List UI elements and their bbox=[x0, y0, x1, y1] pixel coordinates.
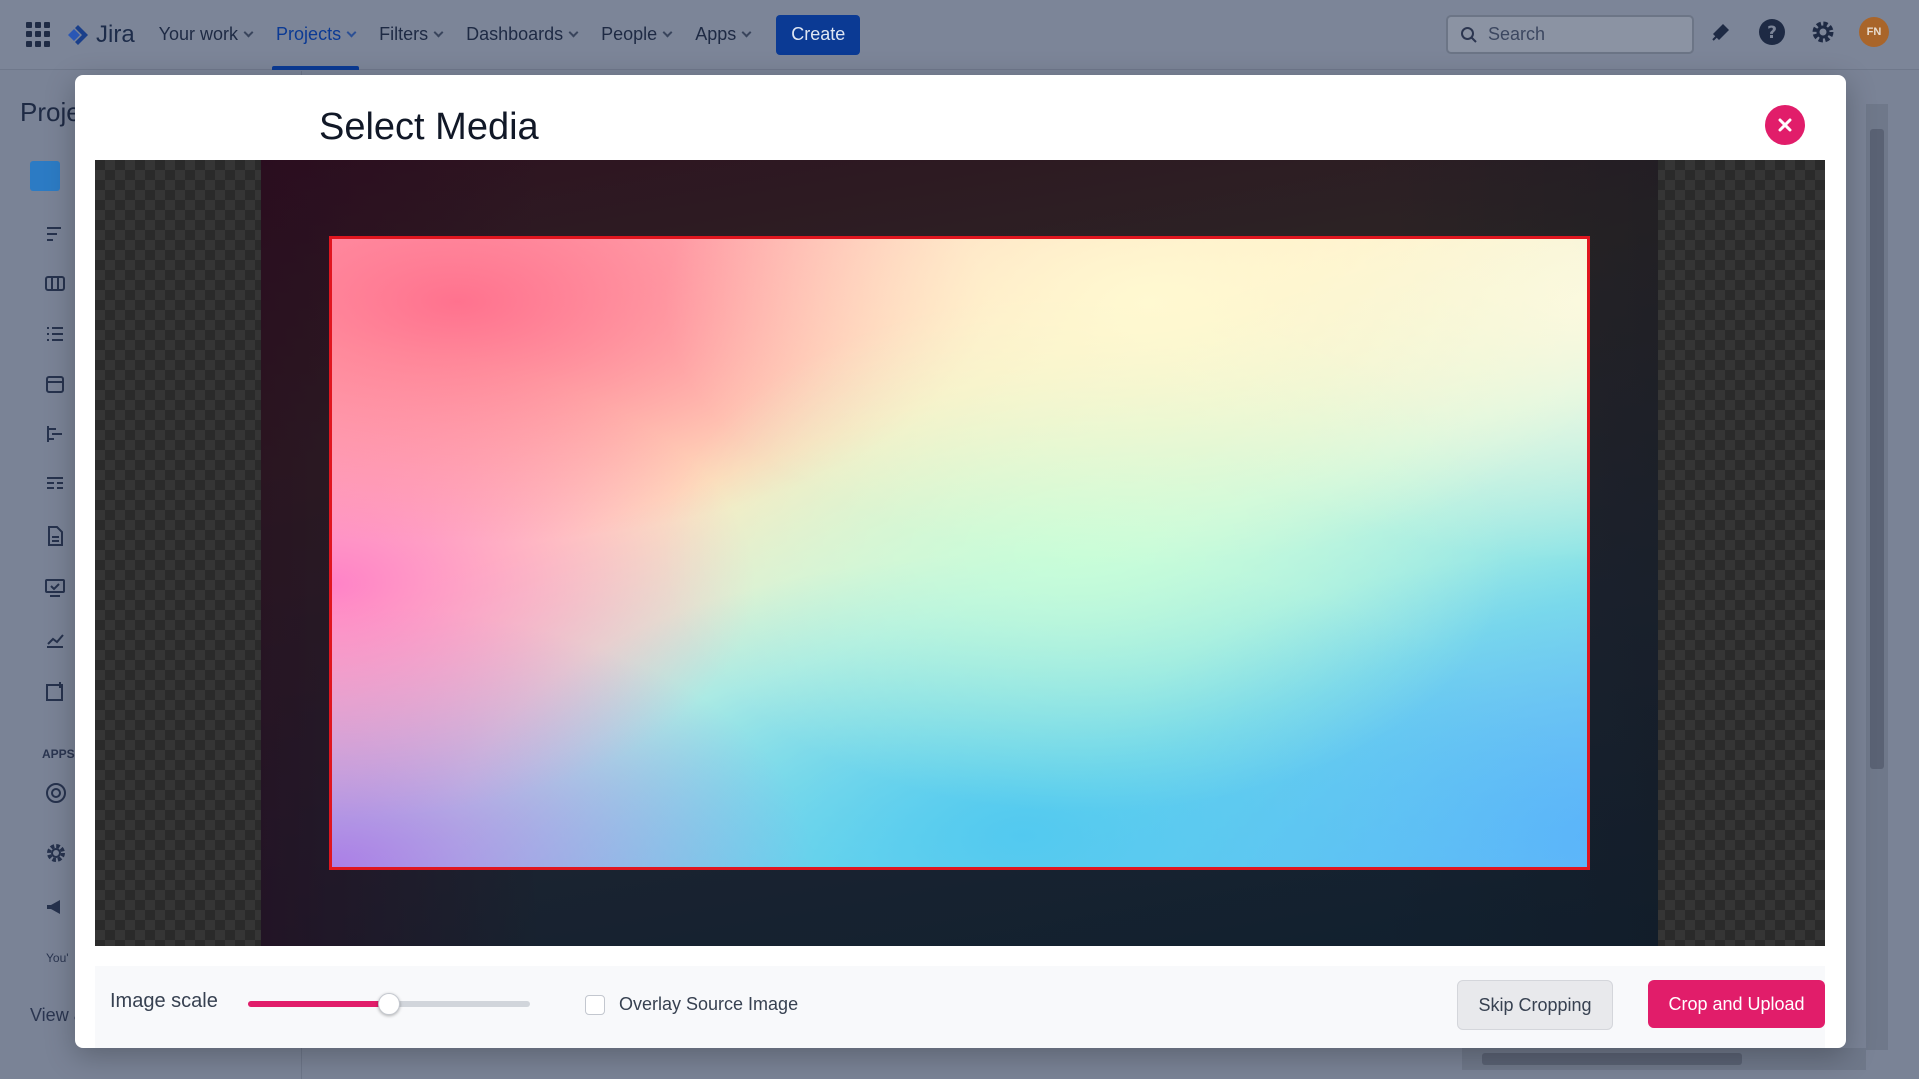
nav-projects-label: Projects bbox=[276, 24, 342, 44]
modal-title: Select Media bbox=[319, 106, 539, 148]
forms-icon[interactable] bbox=[44, 473, 70, 499]
horizontal-scrollbar[interactable] bbox=[1462, 1048, 1866, 1070]
nav-people[interactable]: People bbox=[601, 0, 673, 70]
close-button[interactable] bbox=[1765, 105, 1805, 145]
nav-filters[interactable]: Filters bbox=[379, 0, 444, 70]
chevron-down-icon bbox=[433, 27, 444, 38]
user-avatar[interactable]: FN bbox=[1859, 17, 1889, 47]
logo-text: Jira bbox=[96, 20, 135, 48]
project-avatar-icon[interactable] bbox=[30, 161, 60, 191]
crop-controls: Image scale Overlay Source Image Skip Cr… bbox=[95, 966, 1825, 1048]
nav-dashboards[interactable]: Dashboards bbox=[466, 0, 579, 70]
nav-filters-label: Filters bbox=[379, 24, 429, 44]
nav-projects[interactable]: Projects bbox=[272, 0, 360, 70]
reports-monitor-icon[interactable] bbox=[44, 577, 70, 603]
sidebar-title: Proje bbox=[20, 97, 81, 127]
crop-canvas[interactable] bbox=[95, 160, 1825, 946]
notifications-icon[interactable] bbox=[1706, 17, 1736, 47]
nav-dashboards-label: Dashboards bbox=[466, 24, 564, 44]
settings-gear-icon[interactable] bbox=[1808, 17, 1838, 47]
calendar-icon[interactable] bbox=[44, 373, 70, 399]
chevron-down-icon bbox=[741, 27, 752, 38]
image-scale-label: Image scale bbox=[110, 990, 218, 1012]
board-icon[interactable] bbox=[44, 273, 70, 299]
add-shortcut-icon[interactable] bbox=[44, 681, 70, 707]
chevron-down-icon bbox=[568, 27, 579, 38]
announcement-icon[interactable] bbox=[44, 895, 70, 921]
nav-your-work[interactable]: Your work bbox=[158, 0, 254, 70]
roadmap-icon[interactable] bbox=[44, 223, 70, 249]
nav-your-work-label: Your work bbox=[158, 24, 239, 44]
cropped-image-preview bbox=[332, 239, 1587, 867]
search-icon bbox=[1461, 26, 1477, 43]
search-input[interactable]: Search bbox=[1446, 15, 1694, 54]
sidebar-footer-text: You' bbox=[46, 951, 69, 965]
help-icon[interactable]: ? bbox=[1757, 17, 1787, 47]
list-icon[interactable] bbox=[44, 323, 70, 349]
chart-icon[interactable] bbox=[44, 629, 70, 655]
chevron-down-icon bbox=[346, 27, 357, 38]
image-scale-slider-thumb[interactable] bbox=[378, 993, 400, 1015]
jira-logo[interactable]: Jira bbox=[66, 21, 135, 49]
nav-people-label: People bbox=[601, 24, 658, 44]
crop-selection[interactable] bbox=[329, 236, 1590, 870]
svg-text:?: ? bbox=[1767, 23, 1777, 43]
overlay-source-label[interactable]: Overlay Source Image bbox=[619, 994, 798, 1015]
jira-logo-icon bbox=[68, 24, 88, 45]
chevron-down-icon bbox=[243, 27, 254, 38]
app-switcher-icon[interactable] bbox=[26, 21, 52, 48]
nav-apps-label: Apps bbox=[695, 24, 737, 44]
timeline-icon[interactable] bbox=[44, 423, 70, 449]
create-button[interactable]: Create bbox=[776, 14, 861, 55]
select-media-modal: Select Media Image scale Overlay Source … bbox=[75, 75, 1846, 1048]
nav-apps[interactable]: Apps bbox=[695, 0, 752, 70]
project-settings-icon[interactable] bbox=[44, 841, 70, 867]
pages-icon[interactable] bbox=[44, 525, 70, 551]
skip-cropping-button[interactable]: Skip Cropping bbox=[1457, 980, 1613, 1030]
vertical-scrollbar[interactable] bbox=[1866, 104, 1888, 1050]
sidebar-apps-heading: APPS bbox=[42, 747, 75, 761]
image-scale-slider[interactable] bbox=[248, 993, 530, 1015]
image-scale-slider-fill bbox=[248, 1001, 389, 1007]
app-target-icon[interactable] bbox=[44, 781, 70, 807]
search-placeholder: Search bbox=[1488, 24, 1546, 44]
crop-and-upload-button[interactable]: Crop and Upload bbox=[1648, 980, 1825, 1028]
top-navigation: Jira Your work Projects Filters Dashboar… bbox=[0, 0, 1919, 70]
chevron-down-icon bbox=[662, 27, 673, 38]
close-icon bbox=[1778, 118, 1792, 132]
overlay-source-checkbox[interactable] bbox=[585, 995, 605, 1015]
